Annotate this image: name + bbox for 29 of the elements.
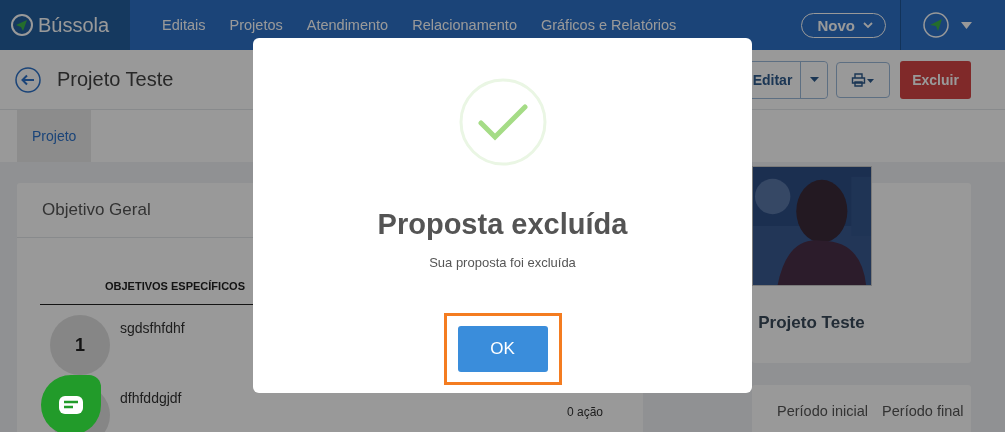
- print-button[interactable]: [836, 61, 890, 98]
- nav-link[interactable]: Projetos: [217, 17, 295, 33]
- action-count: 0 ação: [566, 405, 603, 419]
- brand-name: Bússola: [38, 13, 110, 37]
- nav-link[interactable]: Gráficos e Relatórios: [528, 17, 689, 33]
- nav-link[interactable]: Relacionamento: [400, 17, 529, 33]
- chat-bubble-icon: [59, 396, 83, 414]
- nav-link[interactable]: Editais: [150, 17, 218, 33]
- delete-button[interactable]: Excluir: [900, 60, 971, 99]
- project-name: Projeto Teste: [758, 313, 865, 333]
- objective-text: sgdsfhfdhf: [120, 319, 185, 338]
- nav-link[interactable]: Atendimento: [294, 17, 401, 33]
- ok-button[interactable]: OK: [457, 326, 548, 372]
- number-badge: 1: [50, 315, 110, 375]
- dialog-message: Sua proposta foi excluída: [429, 255, 576, 270]
- back-button[interactable]: [15, 66, 41, 93]
- caret-icon[interactable]: [961, 21, 972, 29]
- success-check-icon: [458, 78, 547, 166]
- start-period-label: Período inicial: [777, 403, 869, 421]
- dialog-title: Proposta excluída: [377, 208, 628, 241]
- chevron-down-icon: [863, 21, 873, 29]
- end-period-label: Período final: [882, 403, 964, 421]
- objective-text: dfhfddgjdf: [120, 389, 182, 408]
- tab[interactable]: Projeto: [17, 110, 92, 162]
- compass-logo-icon: [10, 13, 34, 37]
- caret-icon: [809, 77, 819, 82]
- user-avatar[interactable]: [923, 12, 949, 38]
- page-title: Projeto Teste: [57, 68, 175, 91]
- printer-icon: [851, 72, 875, 87]
